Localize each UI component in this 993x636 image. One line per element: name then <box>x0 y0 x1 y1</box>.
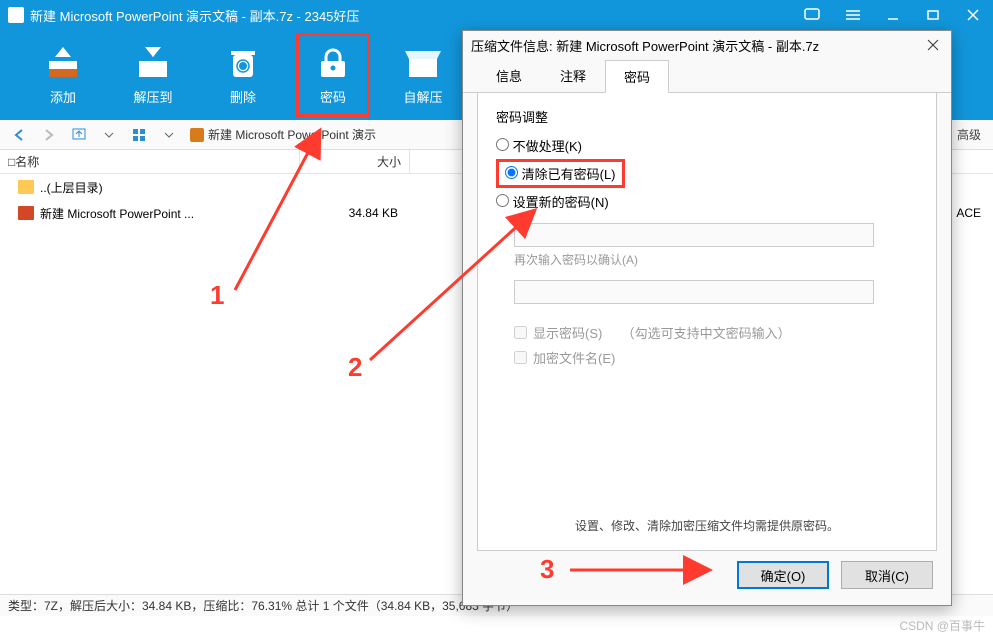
add-button[interactable]: 添加 <box>18 30 108 120</box>
radio-none[interactable]: 不做处理(K) <box>496 132 918 159</box>
encrypt-filename-label: 加密文件名(E) <box>533 348 615 367</box>
tab-info[interactable]: 信息 <box>477 59 541 92</box>
delete-button[interactable]: 删除 <box>198 30 288 120</box>
password-fields: 再次输入密码以确认(A) 显示密码(S) （勾选可支持中文密码输入） 加密文件名… <box>514 223 918 367</box>
encrypt-filename-checkbox <box>514 351 527 364</box>
file-size: 34.84 KB <box>296 206 406 220</box>
extract-label: 解压到 <box>133 87 172 106</box>
trash-icon <box>221 45 265 81</box>
chat-icon[interactable] <box>793 0 833 30</box>
annotation-2: 2 <box>348 352 362 383</box>
folder-icon <box>18 180 34 194</box>
dialog-titlebar: 压缩文件信息: 新建 Microsoft PowerPoint 演示文稿 - 副… <box>463 31 951 59</box>
annotation-3: 3 <box>540 554 554 585</box>
dialog-tabs: 信息 注释 密码 <box>463 59 951 93</box>
titlebar: 新建 Microsoft PowerPoint 演示文稿 - 副本.7z - 2… <box>0 0 993 30</box>
window-title: 新建 Microsoft PowerPoint 演示文稿 - 副本.7z - 2… <box>30 6 793 25</box>
dialog-close-button[interactable] <box>923 35 943 55</box>
radio-set[interactable]: 设置新的密码(N) <box>496 188 918 215</box>
maximize-button[interactable] <box>913 0 953 30</box>
address-text: 新建 Microsoft PowerPoint 演示 <box>208 126 376 143</box>
tab-password[interactable]: 密码 <box>605 60 669 93</box>
address-path[interactable]: 新建 Microsoft PowerPoint 演示 <box>190 126 376 143</box>
topics-icon[interactable] <box>833 0 873 30</box>
advanced-link[interactable]: 高级 <box>957 126 987 143</box>
password-button[interactable]: 密码 <box>296 33 370 117</box>
ppt-icon <box>18 206 34 220</box>
selfextract-button[interactable]: 自解压 <box>378 30 468 120</box>
view-mode[interactable] <box>126 124 152 146</box>
nav-forward[interactable] <box>36 124 62 146</box>
password-label: 密码 <box>320 87 346 106</box>
selfextract-label: 自解压 <box>403 87 442 106</box>
add-icon <box>41 45 85 81</box>
show-password-checkbox <box>514 326 527 339</box>
fieldset-label: 密码调整 <box>496 107 918 126</box>
hint-text: 设置、修改、清除加密压缩文件均需提供原密码。 <box>478 517 936 534</box>
add-label: 添加 <box>50 87 76 106</box>
dialog-buttons: 确定(O) 取消(C) <box>463 561 951 605</box>
status-text: 类型：7Z，解压后大小：34.84 KB，压缩比：76.31% 总计 1 个文件… <box>8 597 518 614</box>
extract-button[interactable]: 解压到 <box>108 30 198 120</box>
box-icon <box>401 45 445 81</box>
minimize-button[interactable] <box>873 0 913 30</box>
col-name[interactable]: □ 名称 <box>0 150 300 173</box>
radio-group: 不做处理(K) 清除已有密码(L) 设置新的密码(N) <box>496 132 918 215</box>
confirm-label: 再次输入密码以确认(A) <box>514 251 918 268</box>
show-password-label: 显示密码(S) <box>533 323 602 342</box>
file-info-dialog: 压缩文件信息: 新建 Microsoft PowerPoint 演示文稿 - 副… <box>462 30 952 606</box>
password-input <box>514 223 874 247</box>
radio-set-input[interactable] <box>496 194 509 207</box>
dialog-title: 压缩文件信息: 新建 Microsoft PowerPoint 演示文稿 - 副… <box>471 36 819 55</box>
close-button[interactable] <box>953 0 993 30</box>
radio-clear-input[interactable] <box>505 166 518 179</box>
show-password-hint: （勾选可支持中文密码输入） <box>622 323 791 342</box>
col-size[interactable]: 大小 <box>300 150 410 173</box>
delete-label: 删除 <box>230 87 256 106</box>
nav-up[interactable] <box>66 124 92 146</box>
nav-back[interactable] <box>6 124 32 146</box>
cancel-button[interactable]: 取消(C) <box>841 561 933 589</box>
file-type-suffix: ACE <box>956 206 993 220</box>
radio-none-input[interactable] <box>496 138 509 151</box>
watermark: CSDN @百事牛 <box>899 617 985 634</box>
parent-dir-label: ..(上层目录) <box>40 179 296 196</box>
file-name: 新建 Microsoft PowerPoint ... <box>40 205 296 222</box>
ok-button[interactable]: 确定(O) <box>737 561 829 589</box>
radio-clear[interactable]: 清除已有密码(L) <box>496 159 625 188</box>
nav-dropdown[interactable] <box>96 124 122 146</box>
tab-comment[interactable]: 注释 <box>541 59 605 92</box>
password-confirm-input <box>514 280 874 304</box>
annotation-1: 1 <box>210 280 224 311</box>
archive-icon <box>190 128 204 142</box>
password-panel: 密码调整 不做处理(K) 清除已有密码(L) 设置新的密码(N) 再次输入密码以… <box>477 93 937 551</box>
extract-icon <box>131 45 175 81</box>
view-dropdown[interactable] <box>156 124 182 146</box>
lock-icon <box>311 45 355 81</box>
app-icon <box>8 7 24 23</box>
